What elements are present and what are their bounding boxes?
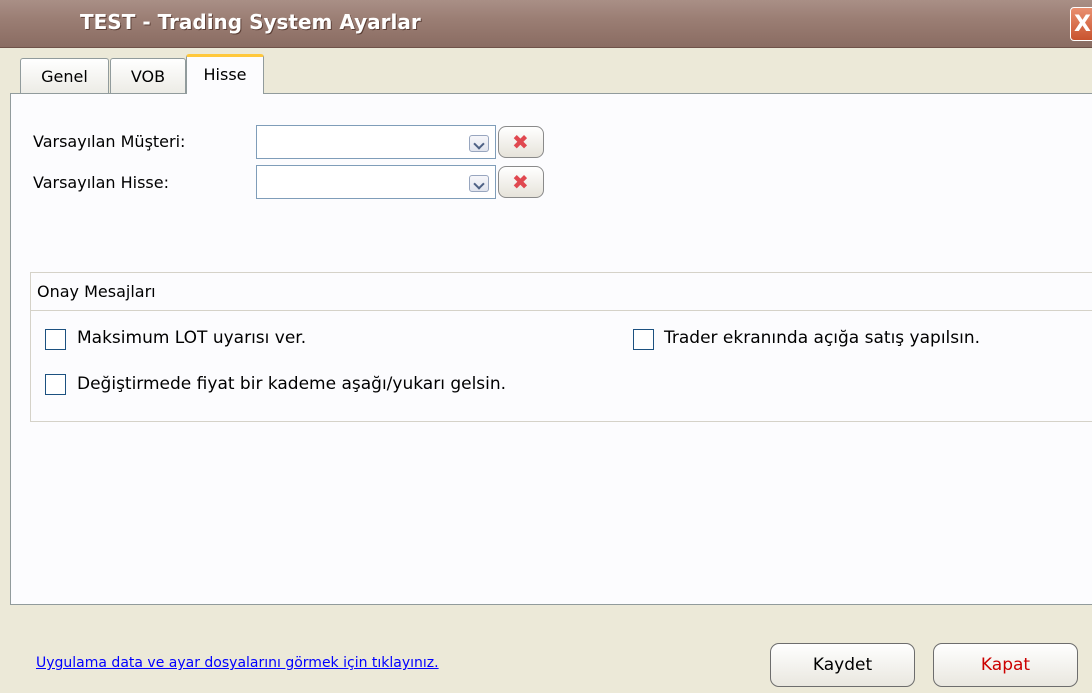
confirmation-messages-title: Onay Mesajları xyxy=(37,282,156,301)
tab-vob[interactable]: VOB xyxy=(110,58,186,94)
clear-customer-button[interactable]: ✖ xyxy=(498,126,544,158)
window-title: TEST - Trading System Ayarlar xyxy=(80,10,421,34)
window-close-button[interactable]: X xyxy=(1070,7,1092,41)
clear-icon: ✖ xyxy=(512,130,529,154)
short-selling-checkbox[interactable] xyxy=(633,329,654,350)
close-button[interactable]: Kapat xyxy=(933,643,1078,687)
chevron-down-icon[interactable] xyxy=(469,175,489,192)
save-button[interactable]: Kaydet xyxy=(770,643,915,687)
max-lot-warning-label[interactable]: Maksimum LOT uyarısı ver. xyxy=(77,328,306,348)
price-step-label[interactable]: Değiştirmede fiyat bir kademe aşağı/yuka… xyxy=(77,374,506,394)
default-stock-label: Varsayılan Hisse: xyxy=(33,173,169,192)
tab-hisse[interactable]: Hisse xyxy=(186,54,264,94)
close-icon: X xyxy=(1074,12,1091,37)
confirmation-messages-header: Onay Mesajları xyxy=(31,273,1092,311)
window-titlebar: TEST - Trading System Ayarlar X xyxy=(0,0,1092,48)
short-selling-label[interactable]: Trader ekranında açığa satış yapılsın. xyxy=(664,328,980,348)
default-customer-select[interactable] xyxy=(256,125,496,159)
clear-stock-button[interactable]: ✖ xyxy=(498,166,544,198)
default-customer-label: Varsayılan Müşteri: xyxy=(33,132,186,151)
tab-genel[interactable]: Genel xyxy=(20,58,109,94)
price-step-checkbox[interactable] xyxy=(45,374,66,395)
chevron-down-icon[interactable] xyxy=(469,135,489,152)
clear-icon: ✖ xyxy=(512,170,529,194)
max-lot-warning-checkbox[interactable] xyxy=(45,329,66,350)
data-files-link[interactable]: Uygulama data ve ayar dosyalarını görmek… xyxy=(36,655,439,671)
default-stock-select[interactable] xyxy=(256,165,496,199)
